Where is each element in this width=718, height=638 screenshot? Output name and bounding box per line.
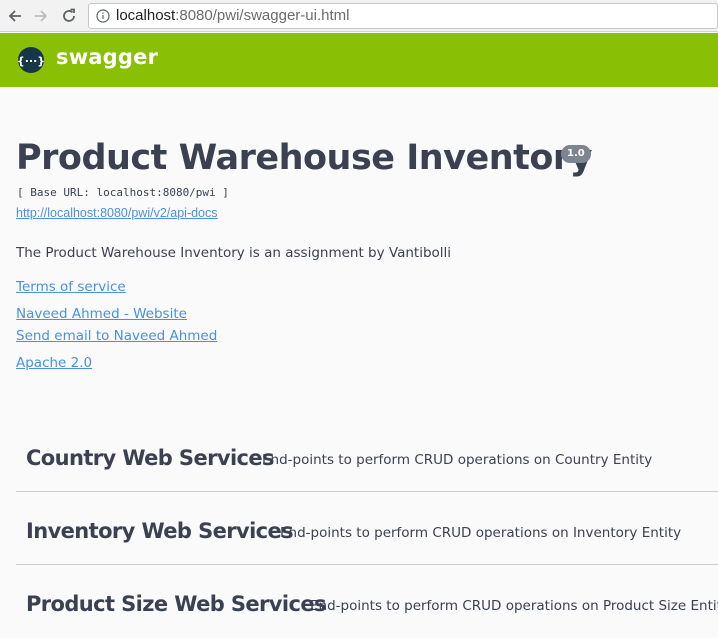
api-title: Product Warehouse Inventory [16, 138, 592, 178]
tag-description: End-points to perform CRUD operations on… [280, 525, 682, 541]
swagger-logo-text[interactable]: swagger [56, 45, 158, 69]
swagger-topbar: {···} swagger [0, 33, 718, 87]
url-path: :8080/pwi/swagger-ui.html [175, 7, 350, 24]
svg-text:{···}: {···} [17, 55, 45, 68]
api-description: The Product Warehouse Inventory is an as… [16, 245, 452, 261]
tag-description: End-points to perform CRUD operations on… [310, 598, 718, 614]
reload-icon [63, 8, 75, 22]
forward-button[interactable] [31, 6, 51, 26]
browser-toolbar: localhost:8080/pwi/swagger-ui.html [0, 0, 718, 32]
back-button[interactable] [5, 6, 25, 26]
forward-arrow-icon [35, 10, 48, 22]
address-bar[interactable]: localhost:8080/pwi/swagger-ui.html [88, 3, 718, 29]
url-host: localhost [116, 7, 176, 24]
version-badge: 1.0 [561, 145, 591, 163]
reload-button[interactable] [59, 6, 79, 26]
info-icon[interactable] [96, 9, 110, 23]
api-docs-link[interactable]: http://localhost:8080/pwi/v2/api-docs [16, 206, 218, 220]
tag-name[interactable]: Product Size Web Services [26, 592, 326, 616]
base-url: [ Base URL: localhost:8080/pwi ] [17, 186, 229, 199]
swagger-logo-icon[interactable]: {···} [17, 46, 45, 74]
email-link[interactable]: Send email to Naveed Ahmed [16, 328, 217, 344]
tag-section-product-size[interactable]: Product Size Web Services End-points to … [16, 580, 718, 638]
website-link[interactable]: Naveed Ahmed - Website [16, 306, 187, 322]
url-text: localhost:8080/pwi/swagger-ui.html [116, 4, 349, 28]
tag-description: End-points to perform CRUD operations on… [262, 452, 653, 468]
terms-of-service-link[interactable]: Terms of service [16, 279, 126, 295]
tag-section-inventory[interactable]: Inventory Web Services End-points to per… [16, 507, 718, 565]
back-arrow-icon [8, 10, 21, 22]
license-link[interactable]: Apache 2.0 [16, 355, 92, 371]
tag-section-country[interactable]: Country Web Services End-points to perfo… [16, 434, 718, 492]
tag-name[interactable]: Inventory Web Services [26, 519, 294, 543]
tag-name[interactable]: Country Web Services [26, 446, 275, 470]
